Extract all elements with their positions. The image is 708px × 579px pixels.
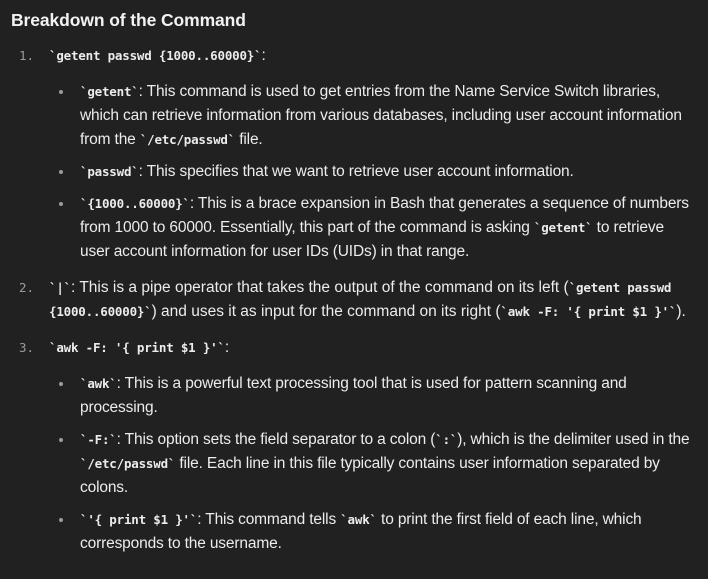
section-heading: Breakdown of the Command: [11, 10, 246, 30]
bullet-icon: [59, 382, 63, 386]
list-number: 3.: [19, 340, 35, 355]
list-number: 1.: [19, 48, 35, 63]
sub-list: `awk`: This is a powerful text processin…: [49, 372, 694, 556]
sub-list-item: `'{ print $1 }'`: This command tells `aw…: [49, 508, 694, 556]
sub-list-item: `awk`: This is a powerful text processin…: [49, 372, 694, 420]
inline-code: `|`: [49, 280, 71, 295]
bullet-icon: [59, 90, 63, 94]
bullet-icon: [59, 202, 63, 206]
inline-code: `awk -F: '{ print $1 }'`: [500, 304, 677, 319]
inline-code: `/etc/passwd`: [139, 132, 236, 147]
list-item-1: 1. `getent passwd {1000..60000}`: `geten…: [11, 44, 694, 264]
inline-code: `awk`: [340, 512, 377, 527]
inline-code: `/etc/passwd`: [80, 456, 176, 471]
list-item-title: `awk -F: '{ print $1 }'`:: [49, 339, 230, 356]
inline-code: `passwd`: [80, 164, 139, 179]
sub-list-item: `passwd`: This specifies that we want to…: [49, 160, 694, 184]
inline-code: `-F:`: [80, 432, 117, 447]
bullet-icon: [59, 170, 63, 174]
inline-code: `'{ print $1 }'`: [80, 512, 198, 527]
inline-code: `{1000..60000}`: [80, 196, 190, 211]
sub-list-item: `{1000..60000}`: This is a brace expansi…: [49, 192, 694, 264]
inline-code: `:`: [435, 432, 458, 447]
inline-code: `awk -F: '{ print $1 }'`: [49, 340, 225, 355]
list-item-title: `getent passwd {1000..60000}`:: [49, 47, 266, 64]
sub-list-item: `getent`: This command is used to get en…: [49, 80, 694, 152]
sub-list-item: `-F:`: This option sets the field separa…: [49, 428, 694, 500]
list-item-text: `|`: This is a pipe operator that takes …: [49, 279, 686, 320]
message-content: Breakdown of the Command 1. `getent pass…: [0, 0, 708, 579]
bullet-icon: [59, 438, 63, 442]
inline-code: `getent`: [533, 220, 593, 235]
inline-code: `getent`: [80, 84, 139, 99]
inline-code: `getent passwd {1000..60000}`: [49, 48, 262, 63]
sub-list: `getent`: This command is used to get en…: [49, 80, 694, 264]
inline-code: `awk`: [80, 376, 117, 391]
list-item-2: 2. `|`: This is a pipe operator that tak…: [11, 276, 694, 324]
list-item-3: 3. `awk -F: '{ print $1 }'`: `awk`: This…: [11, 336, 694, 556]
bullet-icon: [59, 518, 63, 522]
list-number: 2.: [19, 280, 35, 295]
